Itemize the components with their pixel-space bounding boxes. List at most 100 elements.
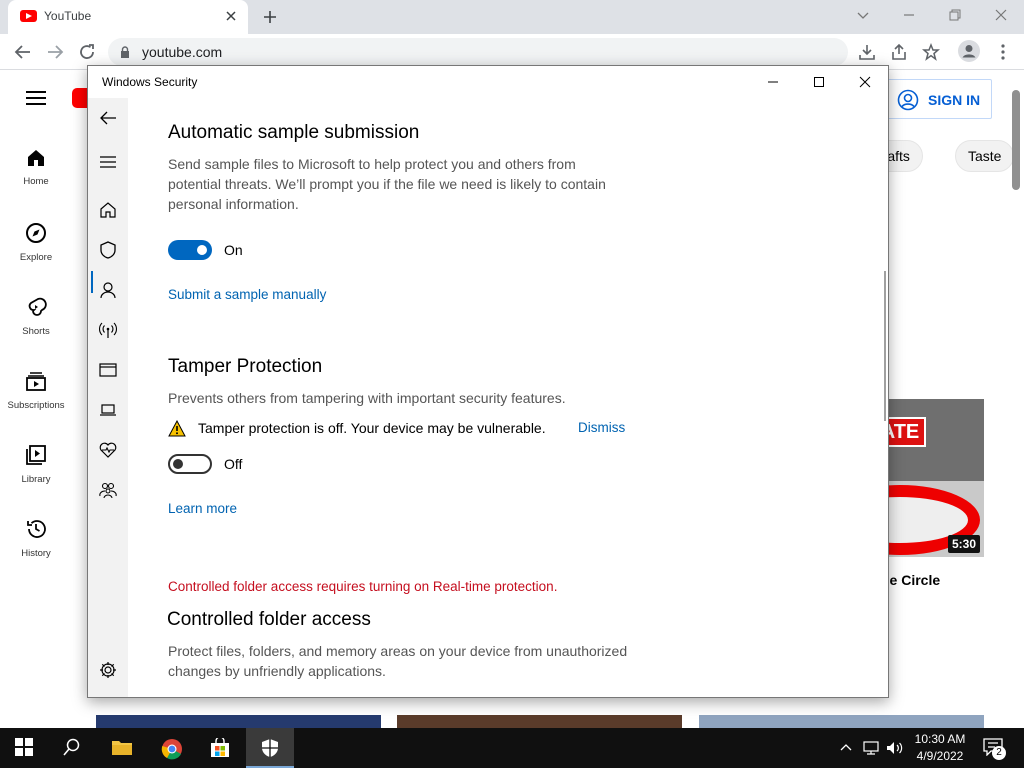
yt-nav-label: Home bbox=[23, 176, 49, 187]
profile-avatar-icon[interactable] bbox=[958, 40, 980, 62]
yt-nav-home[interactable]: Home bbox=[0, 148, 72, 187]
auto-sample-toggle-label: On bbox=[224, 242, 243, 258]
address-bar[interactable]: youtube.com bbox=[108, 38, 848, 66]
auto-sample-desc-line: personal information. bbox=[168, 196, 299, 212]
chip-taste[interactable]: Taste bbox=[955, 140, 1015, 172]
yt-nav-label: Subscriptions bbox=[7, 400, 65, 411]
window-scrollbar[interactable] bbox=[884, 271, 886, 421]
tamper-toggle-label: Off bbox=[224, 456, 243, 472]
window-titlebar[interactable]: Windows Security bbox=[88, 66, 888, 98]
network-icon[interactable] bbox=[862, 740, 880, 756]
close-tab-icon[interactable] bbox=[224, 9, 238, 23]
chevron-up-icon[interactable] bbox=[840, 742, 852, 752]
cfa-desc-line: Protect files, folders, and memory areas… bbox=[168, 643, 628, 659]
warning-icon bbox=[168, 420, 186, 437]
close-window-icon[interactable] bbox=[994, 8, 1008, 22]
app-browser-icon[interactable] bbox=[98, 360, 118, 380]
chrome-icon bbox=[161, 739, 182, 760]
notification-count-badge: 2 bbox=[992, 746, 1006, 760]
heart-pulse-icon[interactable] bbox=[98, 440, 118, 460]
windows-logo-icon bbox=[15, 738, 33, 756]
tab-search-icon[interactable] bbox=[856, 8, 870, 22]
back-icon[interactable] bbox=[14, 43, 32, 61]
cfa-error-note: Controlled folder access requires turnin… bbox=[168, 579, 558, 594]
close-window-icon[interactable] bbox=[858, 75, 872, 89]
chrome-button[interactable] bbox=[148, 728, 196, 768]
yt-nav-label: Library bbox=[21, 474, 51, 485]
submit-sample-link[interactable]: Submit a sample manually bbox=[168, 287, 326, 302]
yt-nav-label: Explore bbox=[19, 252, 53, 263]
auto-sample-toggle[interactable] bbox=[168, 240, 212, 260]
sign-in-label: SIGN IN bbox=[928, 92, 981, 108]
video-duration: 5:30 bbox=[947, 535, 980, 553]
start-button[interactable] bbox=[0, 728, 48, 768]
lock-icon[interactable] bbox=[120, 46, 130, 58]
family-icon[interactable] bbox=[98, 480, 118, 500]
yt-nav-label: History bbox=[21, 548, 51, 559]
yt-nav-shorts[interactable]: Shorts bbox=[0, 296, 72, 337]
learn-more-link[interactable]: Learn more bbox=[168, 501, 237, 516]
active-indicator bbox=[91, 271, 93, 293]
new-tab-icon[interactable] bbox=[262, 9, 278, 25]
video-thumbnail[interactable] bbox=[96, 715, 381, 728]
wireless-antenna-icon[interactable] bbox=[98, 320, 118, 340]
tab-title: YouTube bbox=[44, 9, 92, 23]
dismiss-link[interactable]: Dismiss bbox=[578, 420, 625, 435]
folder-icon bbox=[112, 741, 132, 755]
home-icon[interactable] bbox=[98, 200, 118, 220]
shorts-icon bbox=[28, 297, 47, 316]
youtube-favicon-icon bbox=[20, 10, 37, 22]
share-icon[interactable] bbox=[890, 43, 908, 61]
auto-sample-desc-line: potential threats. We’ll prompt you if t… bbox=[168, 176, 606, 192]
yt-nav-subscriptions[interactable]: Subscriptions bbox=[0, 370, 72, 411]
cfa-desc-line: changes by unfriendly applications. bbox=[168, 663, 386, 679]
minimize-icon[interactable] bbox=[902, 8, 916, 22]
search-icon bbox=[63, 738, 80, 756]
sign-in-button[interactable]: SIGN IN bbox=[886, 79, 992, 119]
shield-icon[interactable] bbox=[98, 240, 118, 260]
maximize-icon[interactable] bbox=[812, 75, 826, 89]
video-thumbnail[interactable] bbox=[397, 715, 682, 728]
hamburger-menu-icon[interactable] bbox=[26, 90, 46, 106]
install-app-icon[interactable] bbox=[858, 43, 876, 61]
taskbar-clock[interactable]: 10:30 AM 4/9/2022 bbox=[910, 731, 970, 765]
windows-taskbar: 10:30 AM 4/9/2022 bbox=[0, 728, 1024, 768]
laptop-icon[interactable] bbox=[98, 400, 118, 420]
person-icon[interactable] bbox=[98, 280, 118, 300]
auto-sample-desc-line: Send sample files to Microsoft to help p… bbox=[168, 156, 576, 172]
hamburger-menu-icon[interactable] bbox=[98, 154, 118, 170]
yt-nav-label: Shorts bbox=[22, 326, 50, 337]
back-arrow-icon[interactable] bbox=[98, 108, 118, 128]
page-scrollbar[interactable] bbox=[1012, 90, 1020, 190]
library-icon bbox=[26, 445, 46, 465]
forward-icon[interactable] bbox=[46, 43, 64, 61]
tamper-toggle[interactable] bbox=[168, 454, 212, 474]
chrome-menu-icon[interactable] bbox=[996, 43, 1010, 61]
windows-security-window: Windows Security Automatic sample submis… bbox=[87, 65, 889, 698]
volume-icon[interactable] bbox=[886, 740, 904, 756]
restore-icon[interactable] bbox=[948, 8, 962, 22]
yt-nav-explore[interactable]: Explore bbox=[0, 222, 72, 263]
store-button[interactable] bbox=[196, 728, 244, 768]
settings-gear-icon[interactable] bbox=[98, 660, 118, 680]
video-thumbnail[interactable] bbox=[699, 715, 984, 728]
yt-nav-library[interactable]: Library bbox=[0, 444, 72, 485]
compass-icon bbox=[26, 223, 46, 243]
cfa-heading: Controlled folder access bbox=[167, 609, 371, 630]
shield-icon bbox=[262, 739, 278, 757]
minimize-icon[interactable] bbox=[766, 75, 780, 89]
windows-security-button[interactable] bbox=[246, 728, 294, 768]
auto-sample-heading: Automatic sample submission bbox=[168, 122, 420, 143]
home-icon bbox=[28, 150, 44, 166]
subscriptions-icon bbox=[26, 372, 46, 391]
file-explorer-button[interactable] bbox=[98, 728, 146, 768]
window-title: Windows Security bbox=[102, 75, 198, 89]
tamper-warning-text: Tamper protection is off. Your device ma… bbox=[198, 420, 546, 436]
reload-icon[interactable] bbox=[78, 43, 96, 61]
bookmark-star-icon[interactable] bbox=[922, 43, 940, 61]
tab-youtube[interactable]: YouTube bbox=[8, 0, 248, 34]
clock-date: 4/9/2022 bbox=[916, 749, 964, 763]
store-icon bbox=[211, 738, 229, 757]
yt-nav-history[interactable]: History bbox=[0, 518, 72, 559]
search-button[interactable] bbox=[48, 728, 96, 768]
